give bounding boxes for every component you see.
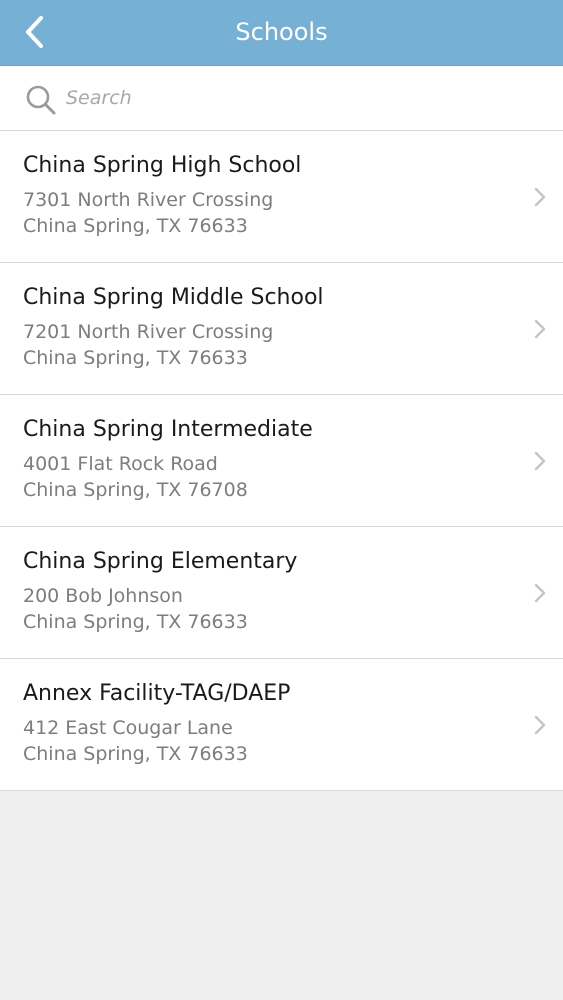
chevron-right-icon [534, 319, 546, 339]
school-address-line1: 7201 North River Crossing [23, 321, 274, 343]
list-item[interactable]: China Spring Middle School 7201 North Ri… [0, 263, 563, 395]
school-address-line2: China Spring, TX 76633 [23, 743, 248, 765]
chevron-right-icon [534, 715, 546, 735]
chevron-right-icon [534, 583, 546, 603]
list-item[interactable]: China Spring High School 7301 North Rive… [0, 131, 563, 263]
school-list: China Spring High School 7301 North Rive… [0, 131, 563, 791]
school-name: Annex Facility-TAG/DAEP [23, 681, 291, 706]
list-item[interactable]: China Spring Intermediate 4001 Flat Rock… [0, 395, 563, 527]
search-icon [26, 85, 56, 115]
nav-header: Schools [0, 0, 563, 66]
school-address-line1: 200 Bob Johnson [23, 585, 183, 607]
list-item[interactable]: Annex Facility-TAG/DAEP 412 East Cougar … [0, 659, 563, 791]
chevron-right-icon [534, 187, 546, 207]
school-name: China Spring Middle School [23, 285, 324, 310]
chevron-right-icon [534, 451, 546, 471]
school-address-line2: China Spring, TX 76633 [23, 215, 248, 237]
school-address-line1: 412 East Cougar Lane [23, 717, 233, 739]
school-address-line2: China Spring, TX 76708 [23, 479, 248, 501]
search-bar [0, 66, 563, 131]
school-address-line1: 4001 Flat Rock Road [23, 453, 218, 475]
school-address-line2: China Spring, TX 76633 [23, 347, 248, 369]
school-name: China Spring Elementary [23, 549, 298, 574]
search-input[interactable] [66, 78, 536, 118]
school-address-line2: China Spring, TX 76633 [23, 611, 248, 633]
school-address-line1: 7301 North River Crossing [23, 189, 274, 211]
list-item[interactable]: China Spring Elementary 200 Bob Johnson … [0, 527, 563, 659]
page-title: Schools [235, 18, 328, 46]
school-name: China Spring Intermediate [23, 417, 313, 442]
school-name: China Spring High School [23, 153, 302, 178]
